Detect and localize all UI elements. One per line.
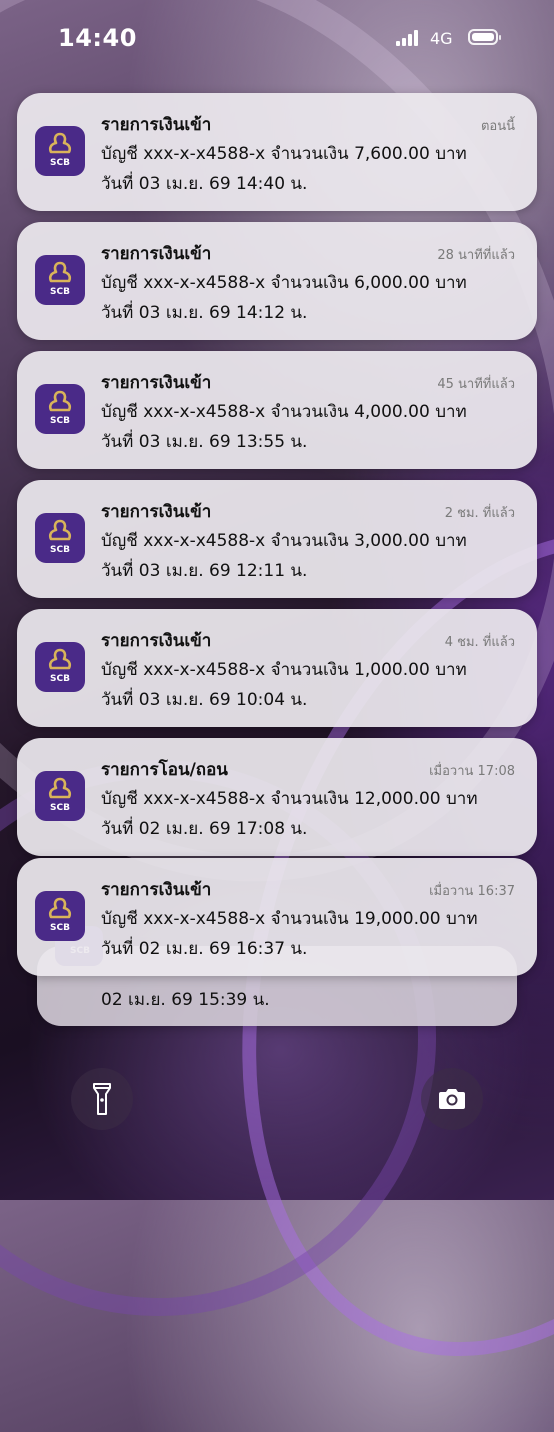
notification-card[interactable]: SCB รายการเงินเข้า 4 ชม. ที่แล้ว บัญชี x… — [17, 609, 537, 727]
notification-time: 4 ชม. ที่แล้ว — [444, 635, 515, 650]
camera-button[interactable] — [421, 1068, 483, 1130]
notification-time: 2 ชม. ที่แล้ว — [444, 506, 515, 521]
notification-title: รายการเงินเข้า — [101, 115, 212, 135]
notification-time: 45 นาทีที่แล้ว — [437, 377, 515, 392]
network-type: 4G — [430, 29, 453, 48]
notification-title: รายการเงินเข้า — [101, 373, 212, 393]
notification-amount: บัญชี xxx-x-x4588-x จำนวนเงิน 3,000.00 บ… — [101, 531, 467, 551]
notification-title: รายการเงินเข้า — [101, 244, 212, 264]
notification-amount: บัญชี xxx-x-x4588-x จำนวนเงิน 12,000.00 … — [101, 789, 478, 809]
notification-title: รายการโอน/ถอน — [101, 760, 228, 780]
notification-time: 28 นาทีที่แล้ว — [437, 248, 515, 263]
notification-amount: บัญชี xxx-x-x4588-x จำนวนเงิน 6,000.00 บ… — [101, 273, 467, 293]
notification-title: รายการเงินเข้า — [101, 631, 212, 651]
notification-date: วันที่ 03 เม.ย. 69 14:12 น. — [101, 303, 308, 323]
scb-app-icon: SCB — [35, 255, 85, 305]
status-bar: 14:40 4G — [0, 0, 554, 72]
notification-time: เมื่อวาน 17:08 — [429, 764, 515, 779]
notification-amount: บัญชี xxx-x-x4588-x จำนวนเงิน 4,000.00 บ… — [101, 402, 467, 422]
notification-amount: บัญชี xxx-x-x4588-x จำนวนเงิน 7,600.00 บ… — [101, 144, 467, 164]
notification-title: รายการเงินเข้า — [101, 502, 212, 522]
notification-time: เมื่อวาน 16:37 — [429, 884, 515, 899]
notification-title: รายการเงินเข้า — [101, 880, 212, 900]
notification-date: วันที่ 03 เม.ย. 69 12:11 น. — [101, 561, 308, 581]
scb-app-icon: SCB — [35, 384, 85, 434]
scb-app-icon: SCB — [35, 126, 85, 176]
notification-date: วันที่ 03 เม.ย. 69 10:04 น. — [101, 690, 308, 710]
notification-date: วันที่ 03 เม.ย. 69 13:55 น. — [101, 432, 308, 452]
signal-icon — [396, 30, 422, 46]
notification-card[interactable]: SCB รายการเงินเข้า 2 ชม. ที่แล้ว บัญชี x… — [17, 480, 537, 598]
notification-date: 02 เม.ย. 69 15:39 น. — [101, 990, 270, 1010]
notification-time: ตอนนี้ — [480, 119, 515, 134]
notification-amount: บัญชี xxx-x-x4588-x จำนวนเงิน 19,000.00 … — [101, 909, 478, 929]
notification-date: วันที่ 02 เม.ย. 69 16:37 น. — [101, 939, 308, 959]
scb-app-icon: SCB — [35, 771, 85, 821]
notification-date: วันที่ 03 เม.ย. 69 14:40 น. — [101, 174, 308, 194]
notification-card[interactable]: SCB รายการเงินเข้า ตอนนี้ บัญชี xxx-x-x4… — [17, 93, 537, 211]
notification-card[interactable]: SCB รายการโอน/ถอน เมื่อวาน 17:08 บัญชี x… — [17, 738, 537, 856]
battery-icon — [468, 29, 501, 45]
scb-app-icon: SCB — [35, 642, 85, 692]
flashlight-button[interactable] — [71, 1068, 133, 1130]
scb-app-icon: SCB — [35, 891, 85, 941]
notification-card[interactable]: SCB รายการเงินเข้า 45 นาทีที่แล้ว บัญชี … — [17, 351, 537, 469]
flashlight-icon — [93, 1083, 111, 1115]
camera-icon — [439, 1089, 465, 1109]
notification-date: วันที่ 02 เม.ย. 69 17:08 น. — [101, 819, 308, 839]
scb-app-icon: SCB — [35, 513, 85, 563]
clock: 14:40 — [58, 24, 137, 52]
notification-amount: บัญชี xxx-x-x4588-x จำนวนเงิน 1,000.00 บ… — [101, 660, 467, 680]
notification-card[interactable]: SCB รายการเงินเข้า เมื่อวาน 16:37 บัญชี … — [17, 858, 537, 976]
notification-card[interactable]: SCB รายการเงินเข้า 28 นาทีที่แล้ว บัญชี … — [17, 222, 537, 340]
